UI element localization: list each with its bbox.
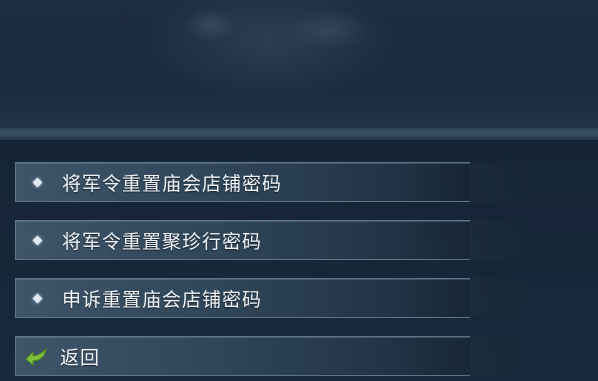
item-fade (470, 336, 530, 376)
diamond-bullet-icon (32, 293, 43, 303)
menu-item-reset-temple-fair-shop-password[interactable]: 将军令重置庙会店铺密码 (15, 162, 530, 202)
menu-item-appeal-reset-shop-password[interactable]: 申诉重置庙会店铺密码 (15, 278, 530, 318)
menu-item-label: 将军令重置庙会店铺密码 (62, 172, 283, 195)
item-fade (470, 220, 530, 260)
menu-item-reset-treasure-shop-password[interactable]: 将军令重置聚珍行密码 (15, 220, 530, 260)
panel-divider (0, 128, 598, 140)
menu-item-label: 申诉重置庙会店铺密码 (62, 288, 263, 311)
diamond-bullet-icon (32, 177, 43, 187)
back-arrow-icon (25, 347, 47, 366)
diamond-bullet-icon (32, 235, 43, 245)
back-button[interactable]: 返回 (15, 336, 530, 376)
item-fade (470, 278, 530, 318)
menu-item-label: 将军令重置聚珍行密码 (62, 230, 263, 253)
background-artwork (130, 0, 430, 90)
back-button-label: 返回 (60, 346, 101, 369)
game-dialog-screen: 将军令重置庙会店铺密码 将军令重置聚珍行密码 申诉重置庙会店铺密码 返回 (0, 0, 598, 381)
header-artwork-panel (0, 0, 598, 128)
item-fade (470, 162, 530, 202)
